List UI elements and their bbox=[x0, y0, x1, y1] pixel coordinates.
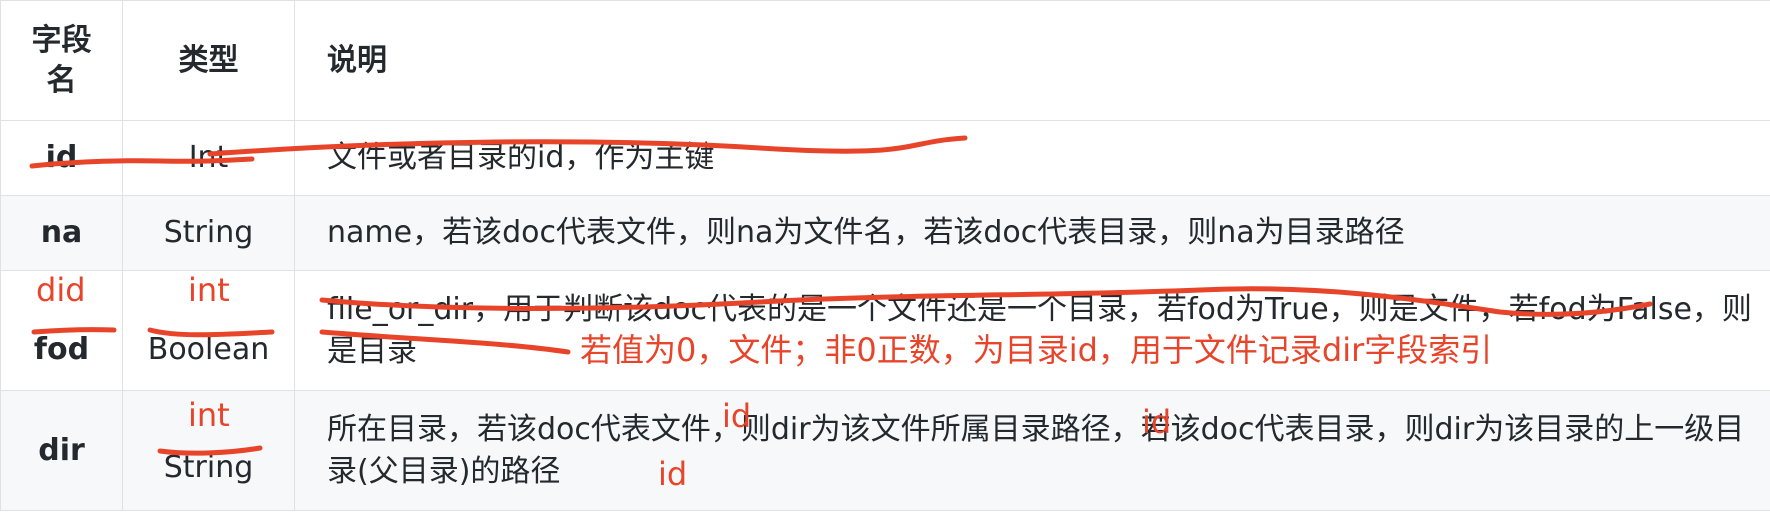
field-description: 文件或者目录的id，作为主键 bbox=[294, 120, 1770, 196]
table-header-row: 字段名 类型 说明 bbox=[0, 0, 1770, 121]
annotation-did: did bbox=[36, 271, 86, 309]
field-type: String bbox=[122, 195, 295, 271]
field-description: name，若该doc代表文件，则na为文件名，若该doc代表目录，则na为目录路… bbox=[294, 195, 1770, 271]
field-table: 字段名 类型 说明 id Int 文件或者目录的id，作为主键 na Strin… bbox=[0, 0, 1770, 511]
header-field-name: 字段名 bbox=[0, 0, 123, 121]
table-row: dir String 所在目录，若该doc代表文件，则dir为该文件所属目录路径… bbox=[0, 390, 1770, 511]
field-type: Int bbox=[122, 120, 295, 196]
field-description: 所在目录，若该doc代表文件，则dir为该文件所属目录路径，若该doc代表目录，… bbox=[294, 390, 1770, 511]
field-name: id bbox=[0, 120, 123, 196]
annotation-id-1: id bbox=[722, 397, 752, 435]
annotation-int-row3: int bbox=[188, 271, 230, 309]
annotation-note-row3: 若值为0，文件；非0正数，为目录id，用于文件记录dir字段索引 bbox=[580, 331, 1493, 369]
header-type: 类型 bbox=[122, 0, 295, 121]
header-description: 说明 bbox=[294, 0, 1770, 121]
field-name: na bbox=[0, 195, 123, 271]
annotation-id-3: id bbox=[658, 455, 688, 493]
field-name: dir bbox=[0, 390, 123, 511]
annotation-int-row4: int bbox=[188, 396, 230, 434]
annotation-id-2: id bbox=[1142, 403, 1172, 441]
table-row: na String name，若该doc代表文件，则na为文件名，若该doc代表… bbox=[0, 195, 1770, 271]
table-row: id Int 文件或者目录的id，作为主键 bbox=[0, 120, 1770, 196]
